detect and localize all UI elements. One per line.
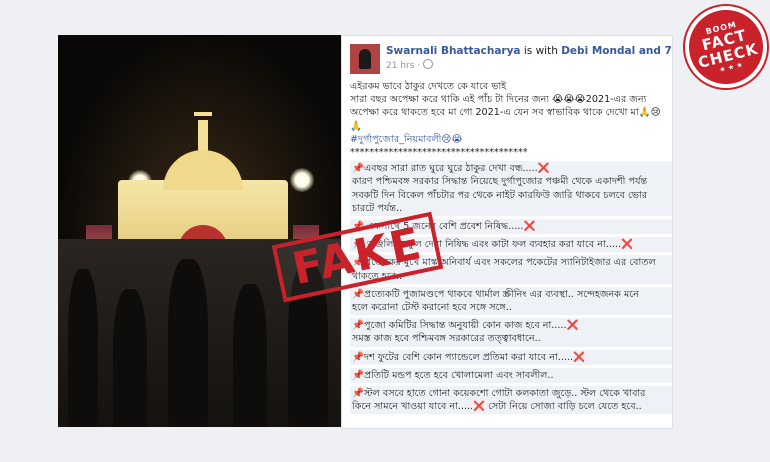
rule-line: 📌স্টল বসবে হাতে গোনা কয়েকশো গোটা কলকাতা… — [352, 388, 646, 400]
with-text: is with — [520, 45, 562, 57]
badge-inner: BOOM FACT CHECK ★ ★ ★ — [681, 2, 770, 92]
post-line: অপেক্ষা করে থাকতে হবে মা গো 2021-এ যেন স… — [350, 107, 661, 119]
cross-icon — [194, 112, 212, 116]
flood-light — [290, 168, 314, 192]
post-line: 🙏 — [350, 120, 362, 132]
globe-icon — [423, 59, 434, 69]
pandal-spire — [198, 120, 208, 154]
rule-line: সবকটি দিন বিকেল পাঁচটার পর থেকে নাইট কার… — [352, 189, 648, 201]
boom-fact-check-logo: BOOM FACT CHECK ★ ★ ★ — [681, 2, 770, 92]
rule-line: চারটে পর্যন্ত.. — [352, 202, 403, 214]
post-meta: 21 hrs · — [386, 59, 434, 71]
rule-item: 📌এবছর সারা রাত ঘুরে ঘুরে ঠাকুর দেখা বন্ধ… — [350, 161, 672, 217]
post-line: সারা বছর অপেক্ষা করে থাকি এই পাঁচ টা দিন… — [350, 94, 647, 106]
rule-line: 📌এবছর সারা রাত ঘুরে ঘুরে ঠাকুর দেখা বন্ধ… — [352, 163, 550, 175]
rule-item: 📌দশ ফুটের বেশি কোন প্যান্ডেলে প্রতিমা কর… — [350, 349, 672, 365]
rule-line: 📌প্রত্যেকটি পুজামণ্ডপে থাকবে থার্মাল স্ক… — [352, 288, 639, 300]
rule-line: সমস্ত কাজ হবে পশ্চিমবঙ্গ সরকারের তত্ত্বা… — [352, 333, 541, 345]
author-name[interactable]: Swarnali Bhattacharya — [386, 45, 521, 57]
post-author-line: Swarnali Bhattacharya is with Debi Monda… — [386, 45, 672, 57]
rule-item: 📌প্রতিটি মন্ডপ হতে হবে খোলামেলা এবং সাবল… — [350, 367, 672, 384]
rule-line: 📌দশ ফুটের বেশি কোন প্যান্ডেলে প্রতিমা কর… — [352, 351, 585, 363]
rule-item: 📌প্রত্যেকটি পুজামণ্ডপে থাকবে থার্মাল স্ক… — [350, 286, 672, 316]
pandal-photo — [58, 35, 348, 427]
rule-line: কারণ পশ্চিমবঙ্গ সরকার সিদ্ধান্ত নিয়েছে … — [352, 176, 648, 188]
divider-stars: ************************************* — [350, 147, 528, 159]
post-line: এইরকম ভাবে ঠাকুর দেখতে কে যাবে ভাই — [350, 81, 507, 92]
post-time[interactable]: 21 hrs · — [386, 61, 420, 71]
rule-line: 📌পুজো কমিটির সিদ্ধান্ত অনুযায়ী কোন কাজ … — [352, 320, 579, 332]
rule-item: 📌পুজো কমিটির সিদ্ধান্ত অনুযায়ী কোন কাজ … — [350, 318, 672, 347]
rule-item: 📌স্টল বসবে হাতে গোনা কয়েকশো গোটা কলকাতা… — [350, 386, 672, 415]
rule-line: 📌প্রতিটি মন্ডপ হতে হবে খোলামেলা এবং সাবল… — [352, 369, 554, 381]
rule-line: হলে করোনা টেস্ট করানো হবে সঙ্গে সঙ্গে.. — [352, 302, 512, 314]
rule-line: কিনে সামনে খাওয়া যাবে না.....❌ সেটা নিয… — [352, 401, 642, 413]
hashtag[interactable]: #দুর্গাপুজোর_নিয়মাবলী😢😭 — [350, 133, 672, 146]
avatar[interactable] — [350, 44, 380, 74]
tagged-names[interactable]: Debi Mondal and 7 others. — [561, 45, 672, 57]
